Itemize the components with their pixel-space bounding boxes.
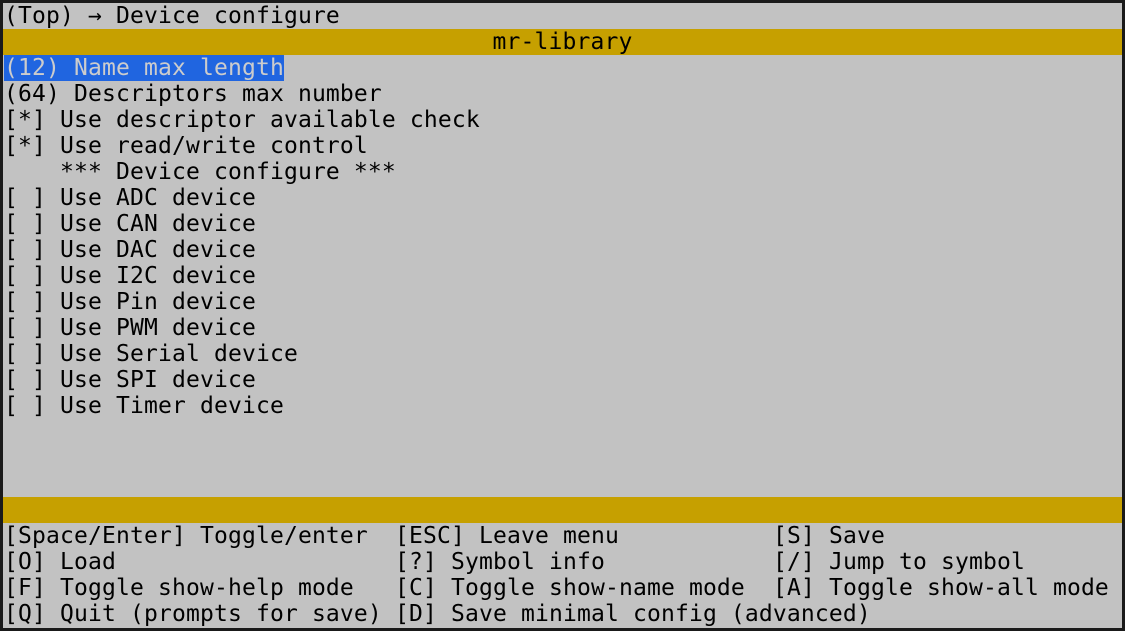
menu-item-use-serial-device[interactable]: [ ] Use Serial device xyxy=(3,341,1122,367)
help-row-2: [O] Load [?] Symbol info [/] Jump to sym… xyxy=(3,549,1122,575)
help-hint-toggle-enter: [Space/Enter] Toggle/enter xyxy=(4,523,395,549)
menu-item-use-spi-device[interactable]: [ ] Use SPI device xyxy=(3,367,1122,393)
menu-item-use-pin-device[interactable]: [ ] Use Pin device xyxy=(3,289,1122,315)
help-hint-symbol-info: [?] Symbol info xyxy=(395,549,773,575)
help-panel: [Space/Enter] Toggle/enter [ESC] Leave m… xyxy=(3,523,1122,627)
title-bar: mr-library xyxy=(3,29,1122,55)
menu-item-use-read-write-control[interactable]: [*] Use read/write control xyxy=(3,133,1122,159)
selected-menu-item-text: (12) Name max length xyxy=(4,55,284,81)
separator-bar xyxy=(3,497,1122,523)
menu-item-use-i2c-device[interactable]: [ ] Use I2C device xyxy=(3,263,1122,289)
help-hint-quit: [Q] Quit (prompts for save) xyxy=(4,601,395,627)
help-hint-toggle-show-name: [C] Toggle show-name mode xyxy=(395,575,773,601)
menu-list: (12) Name max length (64) Descriptors ma… xyxy=(3,55,1122,419)
help-hint-save: [S] Save xyxy=(773,523,1122,549)
menu-item-use-dac-device[interactable]: [ ] Use DAC device xyxy=(3,237,1122,263)
help-row-3: [F] Toggle show-help mode [C] Toggle sho… xyxy=(3,575,1122,601)
menu-empty-area xyxy=(3,419,1122,497)
menu-item-use-can-device[interactable]: [ ] Use CAN device xyxy=(3,211,1122,237)
help-row-4: [Q] Quit (prompts for save) [D] Save min… xyxy=(3,601,1122,627)
help-row-1: [Space/Enter] Toggle/enter [ESC] Leave m… xyxy=(3,523,1122,549)
menuconfig-window: (Top) → Device configure mr-library (12)… xyxy=(0,0,1125,631)
help-hint-toggle-show-help: [F] Toggle show-help mode xyxy=(4,575,395,601)
help-hint-leave-menu: [ESC] Leave menu xyxy=(395,523,773,549)
help-hint-jump-to-symbol: [/] Jump to symbol xyxy=(773,549,1122,575)
menu-item-descriptors-max-number[interactable]: (64) Descriptors max number xyxy=(3,81,1122,107)
help-hint-load: [O] Load xyxy=(4,549,395,575)
menu-item-use-timer-device[interactable]: [ ] Use Timer device xyxy=(3,393,1122,419)
help-hint-toggle-show-all: [A] Toggle show-all mode xyxy=(773,575,1122,601)
menu-item-use-descriptor-available-check[interactable]: [*] Use descriptor available check xyxy=(3,107,1122,133)
breadcrumb: (Top) → Device configure xyxy=(3,3,1122,29)
menu-comment-device-configure: *** Device configure *** xyxy=(3,159,1122,185)
help-hint-save-minimal-config: [D] Save minimal config (advanced) xyxy=(395,601,773,627)
menu-item-use-adc-device[interactable]: [ ] Use ADC device xyxy=(3,185,1122,211)
menu-item-use-pwm-device[interactable]: [ ] Use PWM device xyxy=(3,315,1122,341)
menu-item-name-max-length[interactable]: (12) Name max length xyxy=(3,55,1122,81)
